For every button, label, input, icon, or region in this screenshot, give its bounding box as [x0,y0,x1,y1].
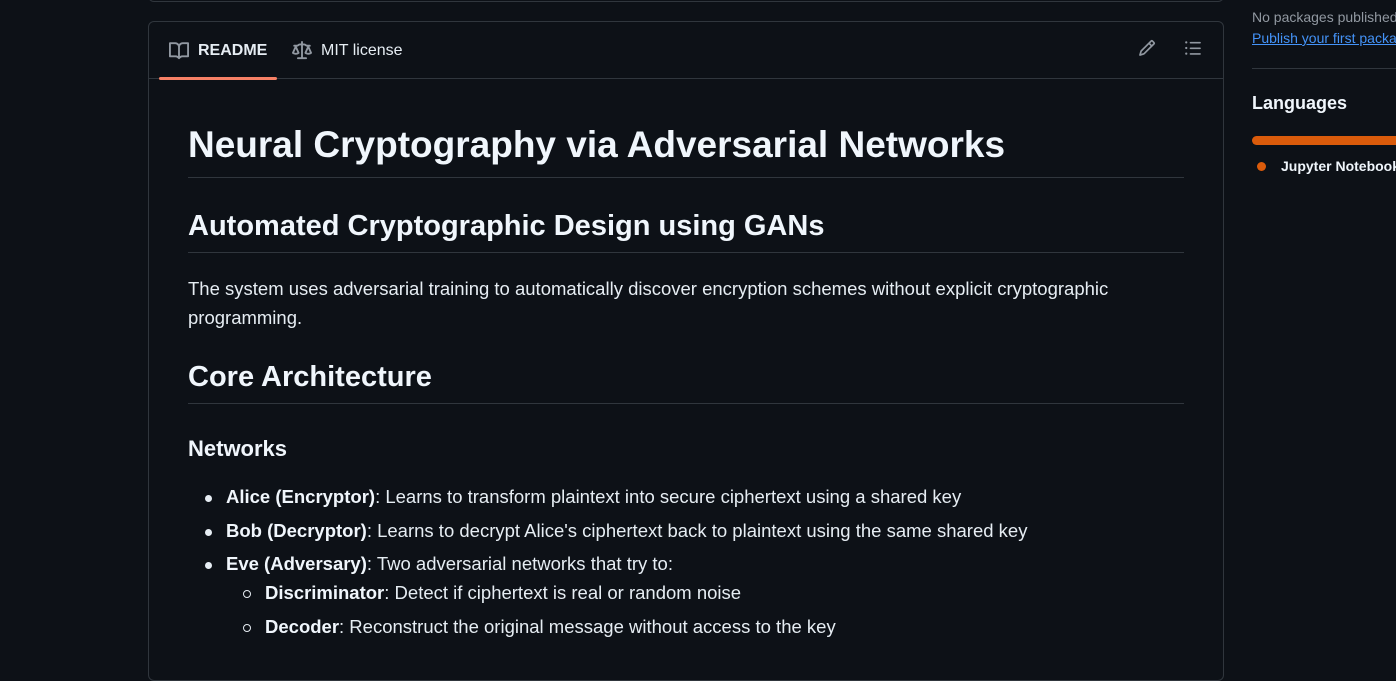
bullet [205,529,212,536]
language-name[interactable]: Jupyter Notebook [1281,158,1396,174]
sidebar-divider [1252,68,1396,69]
language-color-dot [1257,162,1266,171]
list-item: Alice (Encryptor): Learns to transform p… [226,486,962,507]
languages-heading: Languages [1252,93,1348,113]
tab-readme[interactable]: README [159,22,278,80]
publish-package-link[interactable]: Publish your first package [1252,30,1396,46]
sub-bullet [243,590,251,598]
outline-button[interactable] [1181,38,1205,62]
language-bar [1252,136,1396,145]
readme-panel: README MIT license Neural Cryptography v… [148,21,1224,681]
subsection-heading: Networks [188,436,288,461]
book-icon [169,41,189,61]
bullet [205,495,212,502]
readme-title: Neural Cryptography via Adversarial Netw… [188,124,1006,165]
tab-readme-label: README [198,41,268,59]
section-heading: Core Architecture [188,361,432,393]
scale-icon [292,40,312,61]
about-box-edge [148,0,1224,2]
readme-header: README MIT license [149,22,1223,80]
divider [188,403,1184,404]
list-icon [1184,39,1202,62]
sub-list-item: Discriminator: Detect if ciphertext is r… [265,582,742,603]
list-item: Bob (Decryptor): Learns to decrypt Alice… [226,520,1028,541]
divider [188,252,1184,253]
bullet [205,562,212,569]
sub-list-item: Decoder: Reconstruct the original messag… [265,616,836,637]
readme-subtitle: Automated Cryptographic Design using GAN… [188,210,825,242]
active-tab-underline [159,77,278,80]
tab-license-label: MIT license [321,41,403,59]
tab-license[interactable]: MIT license [292,22,403,79]
divider [188,177,1184,178]
intro-paragraph: The system uses adversarial training to … [188,278,1109,328]
sub-bullet [243,624,251,632]
edit-button[interactable] [1135,38,1159,62]
pencil-icon [1138,39,1156,62]
packages-empty-text: No packages published [1252,9,1396,25]
list-item: Eve (Adversary): Two adversarial network… [226,553,673,574]
